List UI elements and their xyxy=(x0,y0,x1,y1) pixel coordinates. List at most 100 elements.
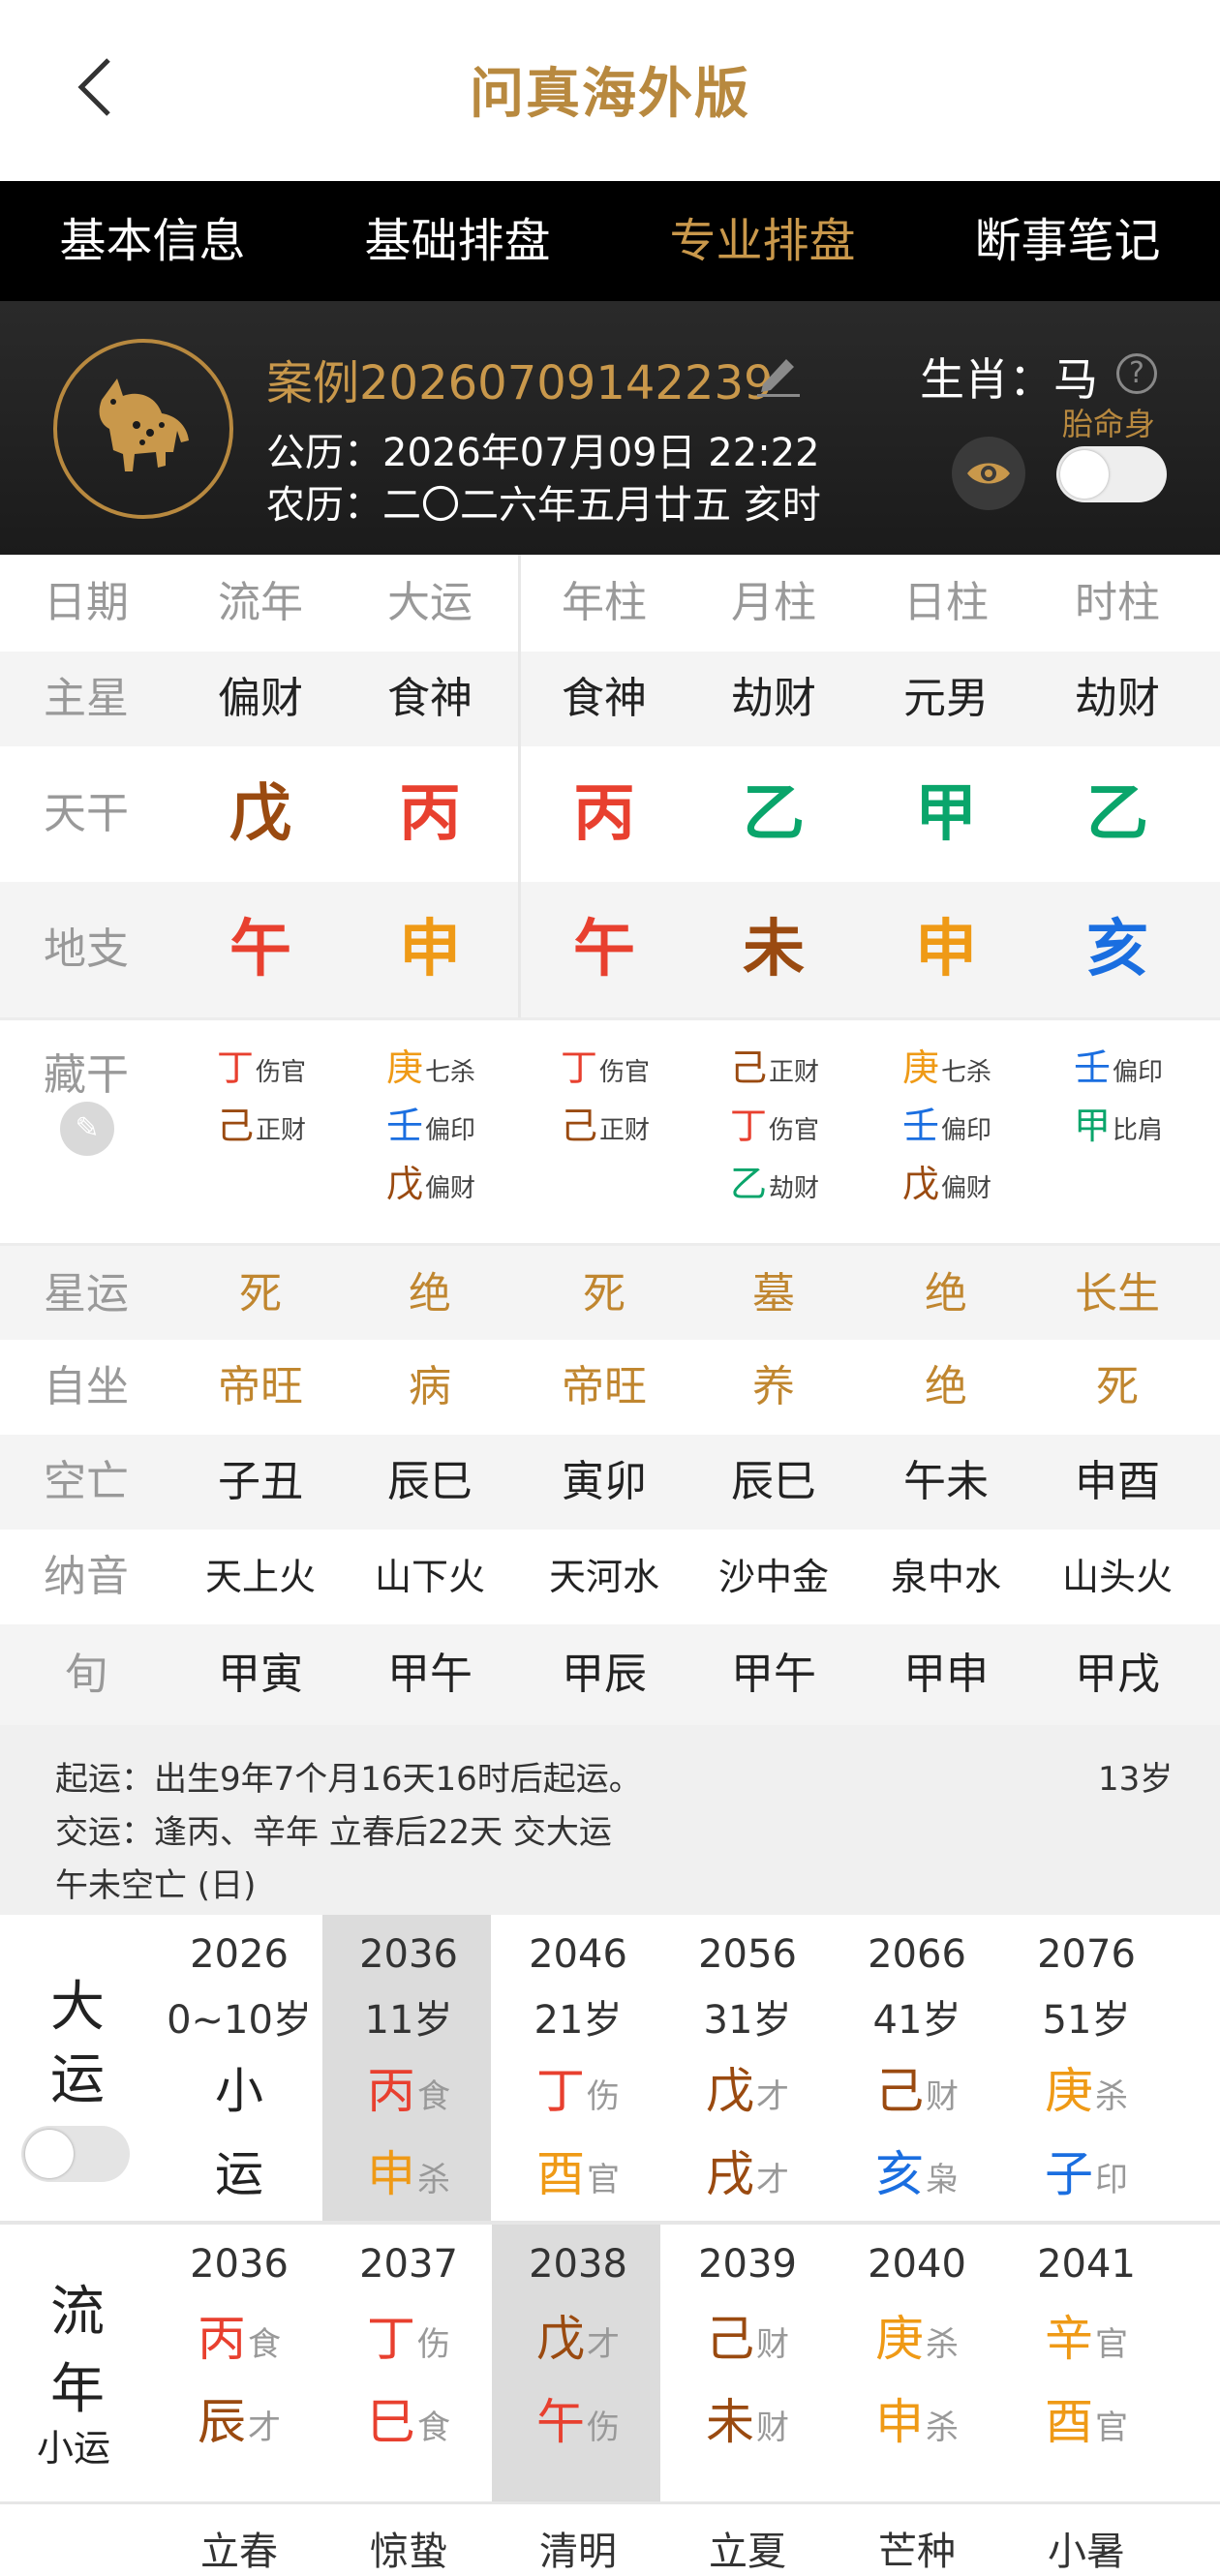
branch-char: 子 xyxy=(1045,2146,1093,2202)
dayun-stem: 小 xyxy=(155,2052,323,2122)
table-cell: 绝 xyxy=(409,1269,451,1318)
horse-icon xyxy=(99,379,189,471)
tab-basic-chart[interactable]: 基础排盘 xyxy=(305,181,610,301)
zizuo-row: 自坐 帝旺 病 帝旺 养 绝 死 xyxy=(0,1340,1220,1435)
dayun-column[interactable]: 2066 41岁 己财 亥枭 xyxy=(833,1932,1001,2205)
stem-god: 偏印 xyxy=(1113,1058,1164,1087)
dayun-stem: 庚杀 xyxy=(1002,2052,1171,2122)
liunian-branch: 午伤 xyxy=(494,2383,662,2453)
dayun-column[interactable]: 2046 21岁 丁伤 酉官 xyxy=(494,1932,662,2205)
dayun-branch: 亥枭 xyxy=(833,2136,1001,2205)
table-cell: 午未 xyxy=(903,1457,989,1506)
dayun-column[interactable]: 2026 0~10岁小运 xyxy=(155,1932,323,2205)
visibility-button[interactable] xyxy=(952,437,1025,510)
tab-pro-chart[interactable]: 专业排盘 xyxy=(610,181,915,301)
hidden-stem: 壬偏印 xyxy=(1074,1038,1163,1091)
table-cell: 长生 xyxy=(1075,1269,1160,1318)
pin-icon[interactable]: ✎ xyxy=(60,1102,114,1156)
jieqi-item: 芒种 xyxy=(878,2530,956,2574)
stem: 甲 xyxy=(1074,1105,1112,1147)
edit-button[interactable] xyxy=(753,351,804,402)
hidden-stem: 丁伤官 xyxy=(561,1038,650,1091)
toggle-knob xyxy=(25,2130,74,2178)
dayun-column[interactable]: 2056 31岁 戊才 戌才 xyxy=(663,1932,832,2205)
dayun-age: 31岁 xyxy=(703,1998,792,2043)
dayun-year: 2046 xyxy=(529,1932,627,1977)
liunian-stem: 庚杀 xyxy=(833,2300,1001,2370)
lunar-label: 农历： xyxy=(266,483,382,528)
stem: 丁 xyxy=(217,1046,255,1089)
liunian-column[interactable]: 2040 庚杀 申杀 xyxy=(833,2242,1001,2453)
kongwang-text: 午未空亡 (日) xyxy=(55,1866,257,1905)
branch-char: 运 xyxy=(215,2146,263,2202)
table-cell: 绝 xyxy=(925,1269,967,1318)
stem-char: 己 xyxy=(706,2311,754,2367)
liunian-column[interactable]: 2039 己财 未财 xyxy=(663,2242,832,2453)
profile-toggle[interactable] xyxy=(1056,446,1167,502)
dayun-column[interactable]: 2036 11岁 丙食 申杀 xyxy=(324,1932,493,2205)
hidden-stem: 戊偏财 xyxy=(902,1154,991,1207)
table-cell: 劫财 xyxy=(1075,674,1160,723)
liunian-column[interactable]: 2037 丁伤 巳食 xyxy=(324,2242,493,2453)
dayun-section: 大 运 2026 0~10岁小运 2036 11岁 丙食 申杀 2046 21岁 丁伤 酉官 205… xyxy=(0,1915,1220,2221)
jieqi-row: 立春 惊蛰 清明 立夏 芒种 小暑 xyxy=(0,2501,1220,2576)
dayun-year: 2056 xyxy=(698,1932,797,1977)
canggan-row: 藏干 ✎ 丁伤官 己正财 庚七杀 壬偏印 戊偏财 丁伤官 己正财 己正财 丁伤官 乙劫财 庚七杀 壬偏印戊… xyxy=(0,1017,1220,1246)
stem: 戊 xyxy=(902,1163,940,1205)
table-cell: 甲辰 xyxy=(562,1650,647,1699)
dayun-branch: 运 xyxy=(155,2136,323,2205)
stem-char: 辛 xyxy=(1045,2311,1093,2367)
liunian-column[interactable]: 2038 戊才 午伤 xyxy=(494,2242,662,2453)
xingyun-row: 星运 死 绝 死 墓 绝 长生 xyxy=(0,1243,1220,1343)
zhuxing-row: 主星 偏财 食神 食神 劫财 元男 劫财 xyxy=(0,652,1220,746)
branch-god: 印 xyxy=(1095,2161,1128,2199)
stem-god: 七杀 xyxy=(941,1058,992,1087)
stem: 丁 xyxy=(561,1046,598,1089)
branch-char: 戌 xyxy=(706,2146,754,2202)
branch-god: 才 xyxy=(248,2409,281,2447)
liunian-branch: 未财 xyxy=(663,2383,832,2453)
solar-date-row: 公历：2026年07月09日 22:22 xyxy=(266,421,820,477)
stem: 己 xyxy=(561,1105,598,1147)
help-icon[interactable]: ? xyxy=(1116,353,1157,394)
jieqi-item: 小暑 xyxy=(1048,2530,1125,2574)
branch-char: 未 xyxy=(706,2394,754,2450)
table-cell: 申 xyxy=(399,914,461,985)
stem: 壬 xyxy=(386,1105,424,1147)
table-cell: 泉中水 xyxy=(890,1556,1001,1598)
stem: 丁 xyxy=(730,1105,768,1147)
stem-god: 伤官 xyxy=(599,1058,651,1087)
table-cell: 丙 xyxy=(573,778,635,850)
liunian-branch: 酉官 xyxy=(1002,2383,1171,2453)
tab-bar: 基本信息 基础排盘 专业排盘 断事笔记 xyxy=(0,181,1220,301)
table-cell: 未 xyxy=(743,914,805,985)
stem-god: 官 xyxy=(1095,2325,1128,2364)
stem-char: 己 xyxy=(875,2063,924,2119)
table-cell: 劫财 xyxy=(731,674,816,723)
dayun-branch: 戌才 xyxy=(663,2136,832,2205)
stem: 庚 xyxy=(386,1046,424,1089)
table-cell: 元男 xyxy=(903,674,989,723)
stem-god: 杀 xyxy=(1095,2077,1128,2116)
branch-char: 午 xyxy=(536,2394,585,2450)
liunian-column[interactable]: 2041 辛官 酉官 xyxy=(1002,2242,1171,2453)
table-cell: 沙中金 xyxy=(717,1556,829,1598)
liunian-column[interactable]: 2036 丙食 辰才 xyxy=(155,2242,323,2453)
liunian-year: 2038 xyxy=(529,2242,627,2287)
table-cell: 甲 xyxy=(915,778,977,850)
tab-notes[interactable]: 断事笔记 xyxy=(915,181,1220,301)
table-cell: 帝旺 xyxy=(562,1362,647,1411)
page-title: 问真海外版 xyxy=(470,63,750,126)
liunian-stem: 丙食 xyxy=(155,2300,323,2370)
liunian-year: 2039 xyxy=(698,2242,797,2287)
row-label: 主星 xyxy=(44,674,129,723)
taimingshen-link[interactable]: 胎命身 xyxy=(1062,400,1155,444)
table-cell: 亥 xyxy=(1086,914,1148,985)
dayun-column[interactable]: 2076 51岁 庚杀 子印 xyxy=(1002,1932,1171,2205)
dayun-stem: 己财 xyxy=(833,2052,1001,2122)
table-cell: 午 xyxy=(573,914,635,985)
xiaoyun-toggle[interactable] xyxy=(21,2126,130,2182)
tab-basic-info[interactable]: 基本信息 xyxy=(0,181,305,301)
row-label: 日期 xyxy=(44,578,129,627)
jieqi-item: 惊蛰 xyxy=(370,2530,447,2574)
